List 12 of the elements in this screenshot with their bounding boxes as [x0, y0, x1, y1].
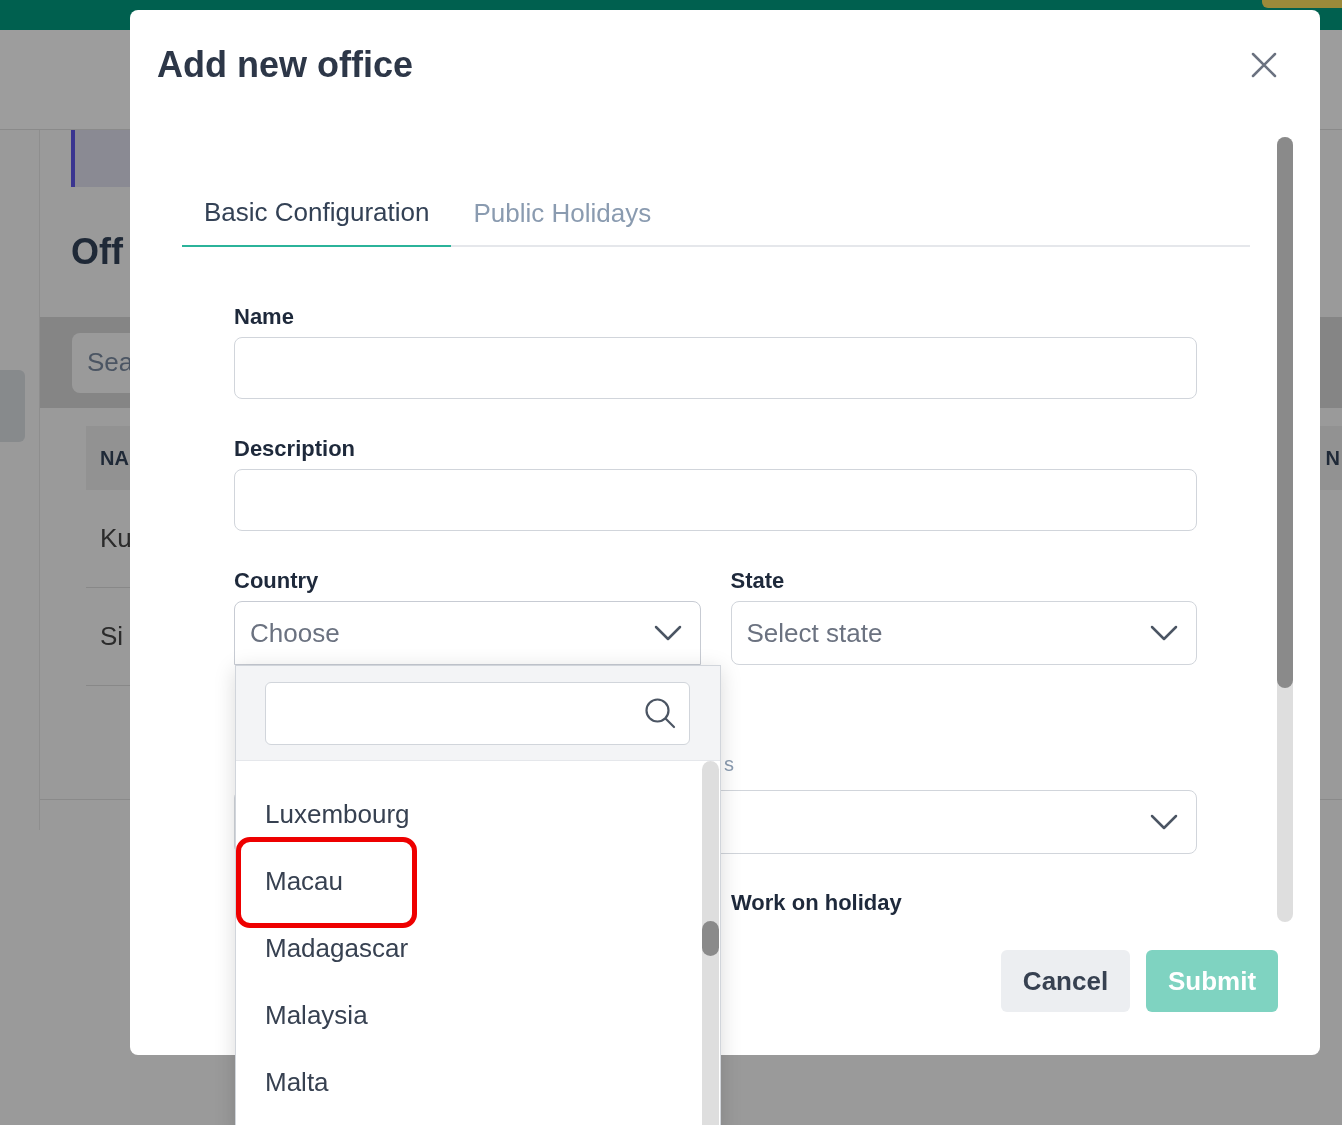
page-title: Off: [71, 230, 123, 274]
field-label: Country: [234, 571, 320, 591]
field-label: s: [724, 754, 735, 774]
dialog-title: Add new office: [157, 43, 413, 87]
field-label: Name: [234, 307, 295, 327]
field-label: State: [730, 571, 786, 591]
table-cell-text: Si: [100, 620, 124, 653]
field-label: Description: [234, 439, 357, 459]
column-header: N: [1325, 446, 1340, 471]
table-cell-text: Ku: [100, 522, 132, 555]
column-header: NA: [100, 446, 129, 471]
field-label: Work on holiday: [731, 893, 903, 913]
